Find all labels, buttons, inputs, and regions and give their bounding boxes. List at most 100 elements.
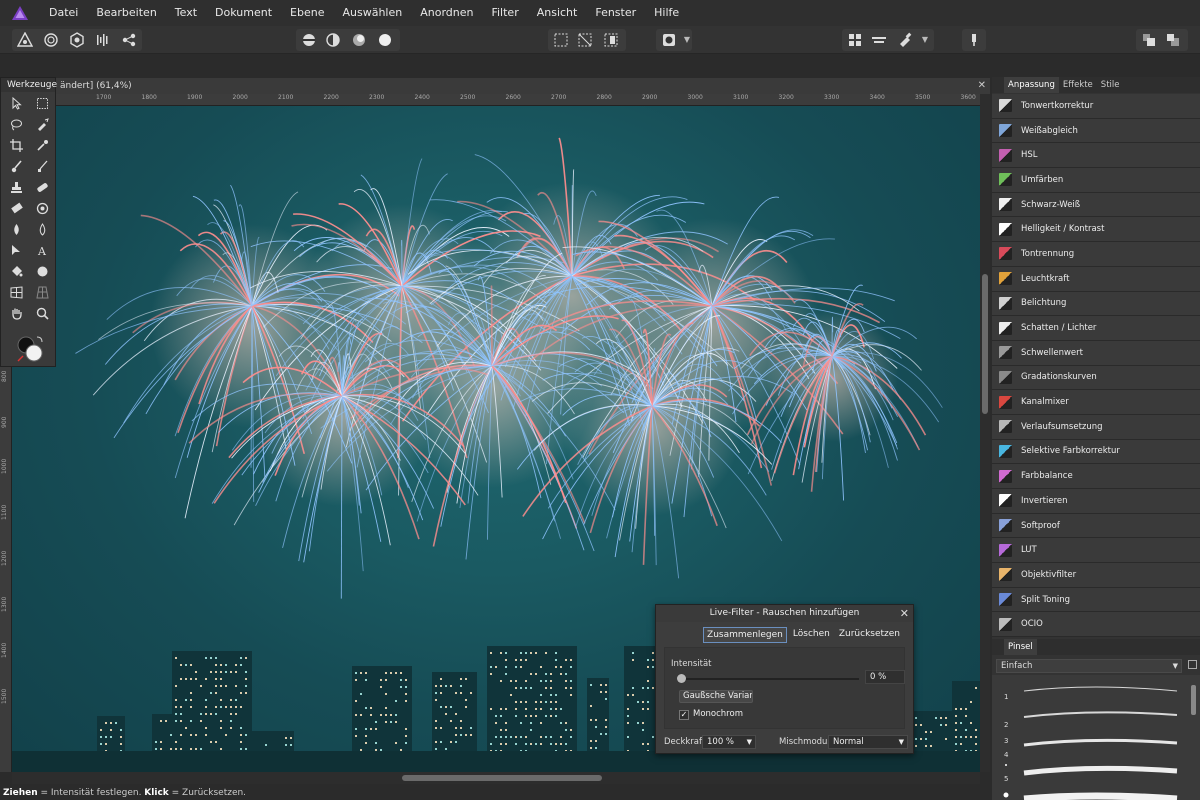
deselect-icon[interactable] xyxy=(574,29,596,51)
adjustment-item[interactable]: Farbbalance xyxy=(992,464,1200,489)
intensity-value-field[interactable]: 0 % xyxy=(865,670,905,684)
eraser-tool-icon[interactable] xyxy=(7,199,25,217)
adjustment-item[interactable]: Weißabgleich xyxy=(992,118,1200,144)
menu-anordnen[interactable]: Anordnen xyxy=(411,0,482,26)
selection-brush-tool-icon[interactable] xyxy=(33,115,51,133)
arrange-front-icon[interactable] xyxy=(1138,29,1160,51)
auto-contrast-icon[interactable] xyxy=(322,29,344,51)
snapping-icon[interactable] xyxy=(844,29,866,51)
menu-datei[interactable]: Datei xyxy=(40,0,87,26)
quick-mask-dropdown-icon[interactable]: ▼ xyxy=(682,30,692,50)
adjustment-item[interactable]: Softproof xyxy=(992,513,1200,539)
shape-tool-icon[interactable] xyxy=(33,262,51,280)
perspective-tool-icon[interactable] xyxy=(33,283,51,301)
adjustment-item[interactable]: Helligkeit / Kontrast xyxy=(992,217,1200,243)
auto-white-balance-icon[interactable] xyxy=(374,29,396,51)
move-tool-icon[interactable] xyxy=(7,94,25,112)
auto-levels-icon[interactable] xyxy=(298,29,320,51)
brush-list-scrollbar[interactable] xyxy=(1191,685,1196,715)
brush-panel-menu-icon[interactable] xyxy=(1188,660,1197,669)
invert-selection-icon[interactable] xyxy=(600,29,622,51)
tone-mapping-persona-icon[interactable] xyxy=(92,29,114,51)
reset-button[interactable]: Zurücksetzen xyxy=(836,627,903,643)
menu-ebene[interactable]: Ebene xyxy=(281,0,333,26)
adjustment-item[interactable]: Umfärben xyxy=(992,168,1200,193)
menu-auswaehlen[interactable]: Auswählen xyxy=(333,0,411,26)
ruler-horizontal[interactable]: 1700 1800 1900 2000 2100 2200 2300 2400 2500 2600… xyxy=(56,94,980,106)
adjustment-item[interactable]: Schwellenwert xyxy=(992,340,1200,366)
menu-text[interactable]: Text xyxy=(166,0,206,26)
clone-tool-icon[interactable] xyxy=(7,178,25,196)
close-document-icon[interactable]: ✕ xyxy=(978,78,986,94)
adjustment-item[interactable]: Schwarz-Weiß xyxy=(992,192,1200,218)
liquify-persona-icon[interactable] xyxy=(40,29,62,51)
menu-hilfe[interactable]: Hilfe xyxy=(645,0,688,26)
adjustment-item[interactable]: Leuchtkraft xyxy=(992,266,1200,292)
monochrome-checkbox[interactable]: ✓ xyxy=(679,710,689,720)
intensity-slider-thumb[interactable] xyxy=(677,674,686,683)
pixel-tool-icon[interactable] xyxy=(33,157,51,175)
tab-stile[interactable]: Stile xyxy=(1097,77,1124,93)
alignment-icon[interactable] xyxy=(868,29,890,51)
blur-tool-icon[interactable] xyxy=(33,220,51,238)
adjustment-item[interactable]: Split Toning xyxy=(992,587,1200,613)
select-all-icon[interactable] xyxy=(550,29,572,51)
text-tool-icon[interactable]: A xyxy=(33,241,51,259)
auto-colors-icon[interactable] xyxy=(348,29,370,51)
opacity-field[interactable]: 100 % ▼ xyxy=(702,735,756,749)
zoom-tool-icon[interactable] xyxy=(33,304,51,322)
adjustment-item[interactable]: Objektivfilter xyxy=(992,563,1200,588)
mesh-warp-tool-icon[interactable] xyxy=(7,283,25,301)
export-persona-icon[interactable] xyxy=(118,29,140,51)
pin-icon[interactable] xyxy=(963,29,985,51)
arrange-back-icon[interactable] xyxy=(1162,29,1184,51)
vertical-scrollbar-thumb[interactable] xyxy=(982,274,988,414)
adjustment-item[interactable]: Schatten / Lichter xyxy=(992,316,1200,341)
adjustment-item[interactable]: Invertieren xyxy=(992,489,1200,514)
tab-anpassung[interactable]: Anpassung xyxy=(1004,77,1059,93)
noise-type-select[interactable]: Gaußsche Varian ▾ xyxy=(679,690,753,703)
close-icon[interactable]: ✕ xyxy=(900,605,909,622)
tab-effekte[interactable]: Effekte xyxy=(1059,77,1097,93)
menu-ansicht[interactable]: Ansicht xyxy=(528,0,587,26)
assistant-dropdown-icon[interactable]: ▼ xyxy=(920,30,930,50)
brush-category-select[interactable]: Einfach ▼ xyxy=(996,659,1182,673)
adjustment-item[interactable]: Gradationskurven xyxy=(992,365,1200,391)
delete-button[interactable]: Löschen xyxy=(790,627,833,643)
brush-list[interactable]: 1 2 3 4 5 xyxy=(992,675,1200,800)
menu-bearbeiten[interactable]: Bearbeiten xyxy=(87,0,165,26)
develop-persona-icon[interactable] xyxy=(66,29,88,51)
vertical-scrollbar[interactable] xyxy=(980,94,990,772)
color-picker-tool-icon[interactable] xyxy=(33,136,51,154)
healing-brush-tool-icon[interactable] xyxy=(33,178,51,196)
crop-tool-icon[interactable] xyxy=(7,136,25,154)
photo-persona-icon[interactable] xyxy=(14,29,36,51)
blend-mode-select[interactable]: Normal ▼ xyxy=(828,735,908,749)
node-tool-icon[interactable] xyxy=(7,241,25,259)
adjustment-item[interactable]: Tonwertkorrektur xyxy=(992,94,1200,119)
adjustment-item[interactable]: OCIO xyxy=(992,612,1200,638)
app-logo-icon[interactable] xyxy=(0,0,40,26)
adjustment-item[interactable]: Tontrennung xyxy=(992,242,1200,267)
freehand-selection-tool-icon[interactable] xyxy=(7,115,25,133)
dodge-tool-icon[interactable] xyxy=(7,220,25,238)
flood-fill-tool-icon[interactable] xyxy=(7,262,25,280)
adjustment-item[interactable]: HSL xyxy=(992,143,1200,169)
paint-brush-tool-icon[interactable] xyxy=(7,157,25,175)
menu-dokument[interactable]: Dokument xyxy=(206,0,281,26)
adjustment-item[interactable]: Belichtung xyxy=(992,291,1200,317)
assistant-icon[interactable] xyxy=(894,29,916,51)
merge-button[interactable]: Zusammenlegen xyxy=(703,627,787,643)
horizontal-scrollbar-thumb[interactable] xyxy=(402,775,602,781)
quick-mask-icon[interactable] xyxy=(658,29,680,51)
tab-pinsel[interactable]: Pinsel xyxy=(1004,639,1037,655)
hand-tool-icon[interactable] xyxy=(7,304,25,322)
menu-fenster[interactable]: Fenster xyxy=(586,0,645,26)
horizontal-scrollbar[interactable] xyxy=(12,772,980,784)
document-tab[interactable]: ändert] (61,4%) ✕ xyxy=(56,78,990,94)
menu-filter[interactable]: Filter xyxy=(482,0,527,26)
intensity-slider[interactable] xyxy=(681,678,859,680)
adjustment-item[interactable]: Kanalmixer xyxy=(992,390,1200,415)
color-swatches-icon[interactable] xyxy=(15,334,45,364)
adjustment-item[interactable]: LUT xyxy=(992,538,1200,564)
